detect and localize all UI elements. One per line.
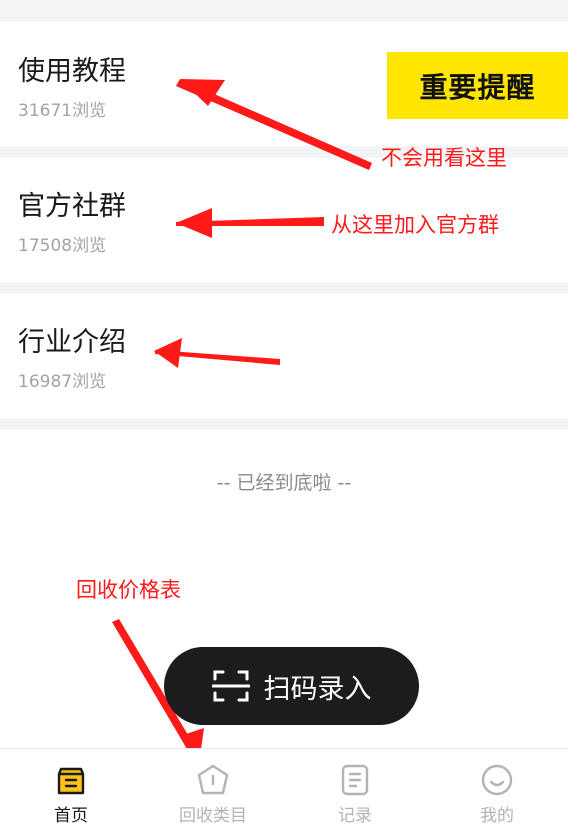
tab-label: 首页 — [54, 806, 88, 826]
tab-label: 记录 — [338, 806, 372, 826]
home-bag-icon — [57, 767, 85, 795]
article-title: 使用教程 — [18, 56, 126, 87]
article-views: 16987浏览 — [18, 372, 107, 392]
article-card-industry[interactable]: 行业介绍 16987浏览 — [0, 294, 568, 418]
tab-home[interactable]: 首页 — [0, 749, 142, 827]
tab-label: 我的 — [480, 806, 514, 826]
tab-records[interactable]: 记录 — [284, 749, 426, 827]
article-views: 31671浏览 — [18, 101, 107, 121]
scan-button-label: 扫码录入 — [263, 673, 372, 705]
article-views: 17508浏览 — [18, 236, 107, 256]
annotation-price-list: 回收价格表 — [76, 578, 181, 602]
scan-entry-button[interactable]: 扫码录入 — [164, 647, 419, 725]
article-title: 官方社群 — [18, 191, 126, 222]
record-document-icon — [341, 764, 369, 796]
bottom-tab-bar: 首页 回收类目 记录 我的 — [0, 748, 568, 827]
end-of-list-text: -- 已经到底啦 -- — [216, 472, 352, 494]
profile-smile-icon — [481, 764, 513, 796]
category-pentagon-icon — [197, 764, 229, 795]
important-reminder-badge[interactable]: 重要提醒 — [387, 52, 568, 119]
annotation-tutorial: 不会用看这里 — [381, 146, 507, 170]
annotation-group: 从这里加入官方群 — [331, 213, 499, 237]
tab-recycle-category[interactable]: 回收类目 — [142, 749, 284, 827]
tab-label: 回收类目 — [179, 806, 247, 826]
article-title: 行业介绍 — [18, 327, 126, 358]
scan-frame-icon — [211, 670, 250, 702]
tab-mine[interactable]: 我的 — [426, 749, 568, 827]
